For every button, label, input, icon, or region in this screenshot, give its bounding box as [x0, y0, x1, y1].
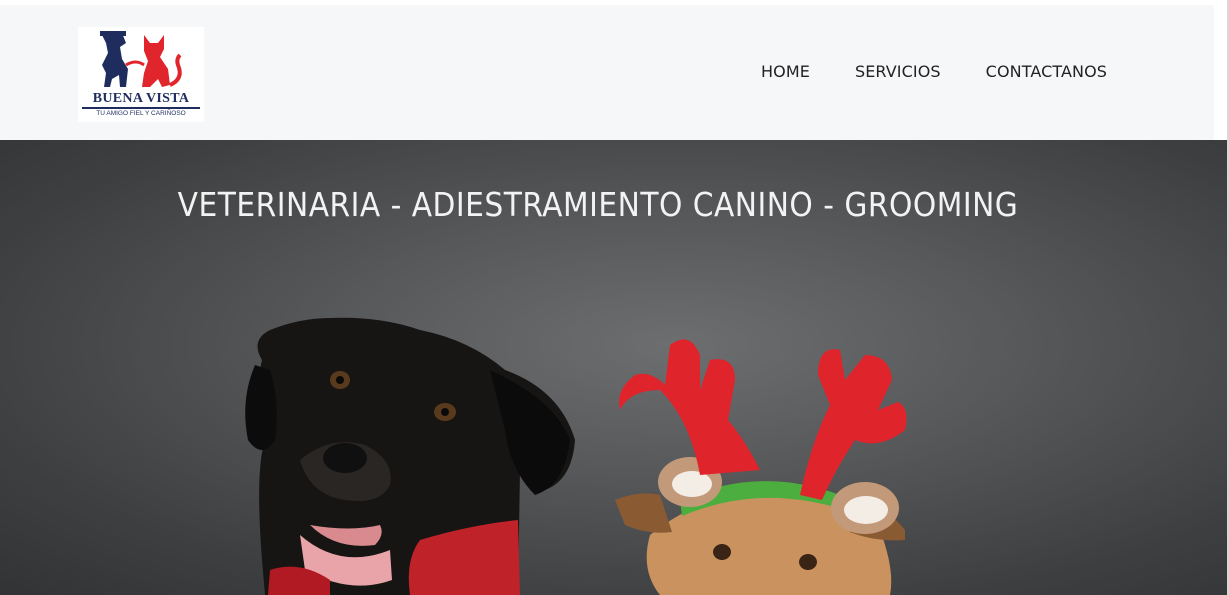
black-dog: [245, 317, 575, 595]
dog-and-cat-icon: [100, 31, 182, 87]
nav-item-servicios[interactable]: SERVICIOS: [855, 62, 941, 81]
hero-title: VETERINARIA - ADIESTRAMIENTO CANINO - GR…: [177, 185, 1019, 224]
site-header: BUENA VISTA TU AMIGO FIEL Y CARIÑOSO HOM…: [0, 5, 1214, 140]
main-nav: HOME SERVICIOS CONTACTANOS: [761, 62, 1107, 81]
brand-tagline: TU AMIGO FIEL Y CARIÑOSO: [96, 110, 186, 117]
tan-dog: [615, 339, 907, 595]
hero-banner: VETERINARIA - ADIESTRAMIENTO CANINO - GR…: [0, 140, 1227, 595]
brand-name: BUENA VISTA: [92, 91, 190, 106]
brand-logo[interactable]: BUENA VISTA TU AMIGO FIEL Y CARIÑOSO: [78, 27, 204, 122]
nav-item-home[interactable]: HOME: [761, 62, 810, 81]
nav-item-contactanos[interactable]: CONTACTANOS: [986, 62, 1107, 81]
brand-divider: [82, 107, 200, 109]
